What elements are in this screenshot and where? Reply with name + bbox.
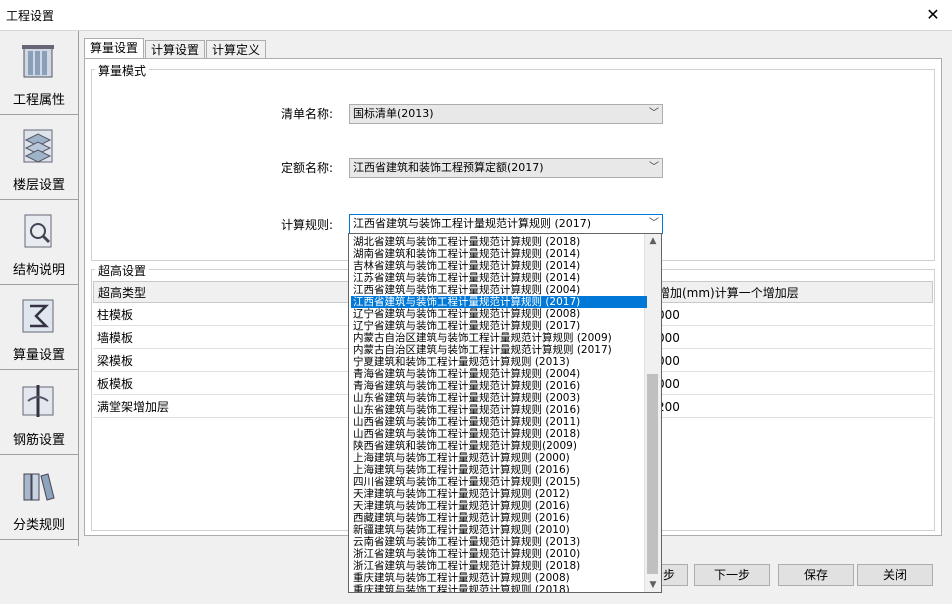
title-bar: 工程设置 ✕ [0, 0, 952, 31]
row-value[interactable]: 000 [657, 304, 757, 326]
column-header-increment: 增加(mm)计算一个增加层 [658, 286, 799, 300]
chevron-down-icon: ﹀ [649, 162, 659, 173]
nav-label: 结构说明 [12, 263, 65, 278]
floors-icon [23, 129, 53, 163]
left-nav: 工程属性 楼层设置 结构说明 算量设置 钢筋设置 分类规则 [0, 31, 79, 546]
dropdown-option[interactable]: 新疆建筑与装饰工程计量规范计算规则 (2010) [351, 524, 647, 536]
quota-select-value: 江西省建筑和装饰工程预算定额(2017) [353, 161, 544, 174]
save-button[interactable]: 保存 [778, 564, 854, 586]
dropdown-option[interactable]: 四川省建筑与装饰工程计量规范计算规则 (2015) [351, 476, 647, 488]
row-value[interactable]: 000 [657, 327, 757, 349]
close-icon[interactable]: ✕ [922, 4, 944, 26]
nav-label: 钢筋设置 [12, 433, 65, 448]
dropdown-option[interactable]: 江苏省建筑与装饰工程计量规范计算规则 (2014) [351, 272, 647, 284]
nav-item-calc-settings[interactable]: 算量设置 [0, 286, 78, 370]
nav-item-rebar[interactable]: 钢筋设置 [0, 371, 78, 455]
rule-label: 计算规则: [280, 218, 333, 232]
dropdown-option[interactable]: 辽宁省建筑与装饰工程计量规范计算规则 (2008) [351, 308, 647, 320]
chevron-down-icon: ﹀ [649, 218, 659, 229]
dropdown-option[interactable]: 山东省建筑与装饰工程计量规范计算规则 (2003) [351, 392, 647, 404]
books-icon [23, 473, 55, 501]
dropdown-option[interactable]: 青海省建筑与装饰工程计量规范计算规则 (2004) [351, 368, 647, 380]
tab-compute-definition[interactable]: 计算定义 [206, 40, 266, 58]
dropdown-option[interactable]: 宁夏建筑和装饰工程计量规范计算规则 (2013) [351, 356, 647, 368]
row-type: 满堂架增加层 [97, 400, 170, 414]
dropdown-option[interactable]: 辽宁省建筑与装饰工程计量规范计算规则 (2017) [351, 320, 647, 332]
dropdown-option[interactable]: 山西省建筑与装饰工程计量规范计算规则 (2018) [351, 428, 647, 440]
dropdown-option[interactable]: 上海建筑与装饰工程计量规范计算规则 (2016) [351, 464, 647, 476]
next-button[interactable]: 下一步 [694, 564, 770, 586]
dropdown-option[interactable]: 山东省建筑与装饰工程计量规范计算规则 (2016) [351, 404, 647, 416]
nav-label: 工程属性 [12, 93, 65, 108]
scroll-down-icon[interactable]: ▼ [645, 578, 661, 592]
rebar-icon [22, 385, 54, 417]
dropdown-option[interactable]: 西藏建筑与装饰工程计量规范计算规则 (2016) [351, 512, 647, 524]
nav-item-project-props[interactable]: 工程属性 [0, 31, 78, 115]
dropdown-option[interactable]: 天津建筑与装饰工程计量规范计算规则 (2012) [351, 488, 647, 500]
column-header-type: 超高类型 [98, 286, 147, 300]
scroll-up-icon[interactable]: ▲ [645, 234, 661, 248]
dropdown-option[interactable]: 江西省建筑与装饰工程计量规范计算规则 (2004) [351, 284, 647, 296]
mode-group-title: 算量模式 [95, 62, 150, 79]
dropdown-option[interactable]: 云南省建筑与装饰工程计量规范计算规则 (2013) [351, 536, 647, 548]
scrollbar-thumb[interactable] [647, 374, 658, 574]
dropdown-option[interactable]: 湖北省建筑与装饰工程计量规范计算规则 (2018) [351, 236, 647, 248]
list-select[interactable]: 国标清单(2013) ﹀ [349, 104, 663, 124]
dropdown-option[interactable]: 内蒙古自治区建筑与装饰工程计量规范计算规则 (2009) [351, 332, 647, 344]
row-value[interactable]: 000 [657, 373, 757, 395]
rule-select[interactable]: 江西省建筑与装饰工程计量规范计算规则 (2017) ﹀ [349, 214, 663, 234]
tab-compute-settings[interactable]: 计算设置 [145, 40, 205, 58]
list-label: 清单名称: [280, 107, 333, 121]
row-type: 板模板 [97, 377, 134, 391]
dropdown-option[interactable]: 湖南省建筑和装饰工程计量规范计算规则 (2014) [351, 248, 647, 260]
quota-label: 定额名称: [280, 161, 333, 175]
nav-item-floors[interactable]: 楼层设置 [0, 116, 78, 200]
dropdown-option[interactable]: 内蒙古自治区建筑与装饰工程计量规范计算规则 (2017) [351, 344, 647, 356]
quota-select[interactable]: 江西省建筑和装饰工程预算定额(2017) ﹀ [349, 158, 663, 178]
rule-select-value: 江西省建筑与装饰工程计量规范计算规则 (2017) [353, 217, 592, 230]
row-value[interactable]: 200 [657, 396, 757, 418]
height-group-title: 超高设置 [95, 262, 150, 279]
nav-label: 算量设置 [12, 348, 65, 363]
dropdown-option[interactable]: 山西省建筑与装饰工程计量规范计算规则 (2011) [351, 416, 647, 428]
dropdown-option[interactable]: 吉林省建筑与装饰工程计量规范计算规则 (2014) [351, 260, 647, 272]
sigma-icon [22, 299, 54, 333]
dropdown-option[interactable]: 青海省建筑与装饰工程计量规范计算规则 (2016) [351, 380, 647, 392]
dropdown-option[interactable]: 浙江省建筑与装饰工程计量规范计算规则 (2018) [351, 560, 647, 572]
dropdown-option[interactable]: 浙江省建筑与装饰工程计量规范计算规则 (2010) [351, 548, 647, 560]
dropdown-option[interactable]: 上海建筑与装饰工程计量规范计算规则 (2000) [351, 452, 647, 464]
rule-dropdown-list[interactable]: ▲ ▼ 湖北省建筑与装饰工程计量规范计算规则 (2018) 湖南省建筑和装饰工程计… [348, 233, 662, 593]
tab-calc-settings[interactable]: 算量设置 [84, 38, 144, 58]
dropdown-option[interactable]: 天津建筑与装饰工程计量规范计算规则 (2016) [351, 500, 647, 512]
magnifier-doc-icon [24, 214, 52, 248]
dropdown-option[interactable]: 江西省建筑与装饰工程计量规范计算规则 (2017) [351, 296, 647, 308]
row-type: 梁模板 [97, 354, 134, 368]
nav-label: 楼层设置 [12, 178, 65, 193]
nav-item-structure[interactable]: 结构说明 [0, 201, 78, 285]
window-title: 工程设置 [6, 9, 55, 23]
chevron-down-icon: ﹀ [649, 108, 659, 119]
row-type: 柱模板 [97, 308, 134, 322]
nav-label: 分类规则 [12, 518, 65, 533]
building-icon [22, 45, 54, 78]
dropdown-option[interactable]: 陕西省建筑和装饰工程计量规范计算规则(2009) [351, 440, 647, 452]
list-select-value: 国标清单(2013) [353, 107, 434, 120]
close-button[interactable]: 关闭 [857, 564, 933, 586]
dropdown-option[interactable]: 重庆建筑与装饰工程计量规范计算规则 (2018) [351, 584, 647, 592]
row-type: 墙模板 [97, 331, 134, 345]
row-value[interactable]: 000 [657, 350, 757, 372]
dropdown-option[interactable]: 重庆建筑与装饰工程计量规范计算规则 (2008) [351, 572, 647, 584]
nav-item-classify[interactable]: 分类规则 [0, 456, 78, 540]
